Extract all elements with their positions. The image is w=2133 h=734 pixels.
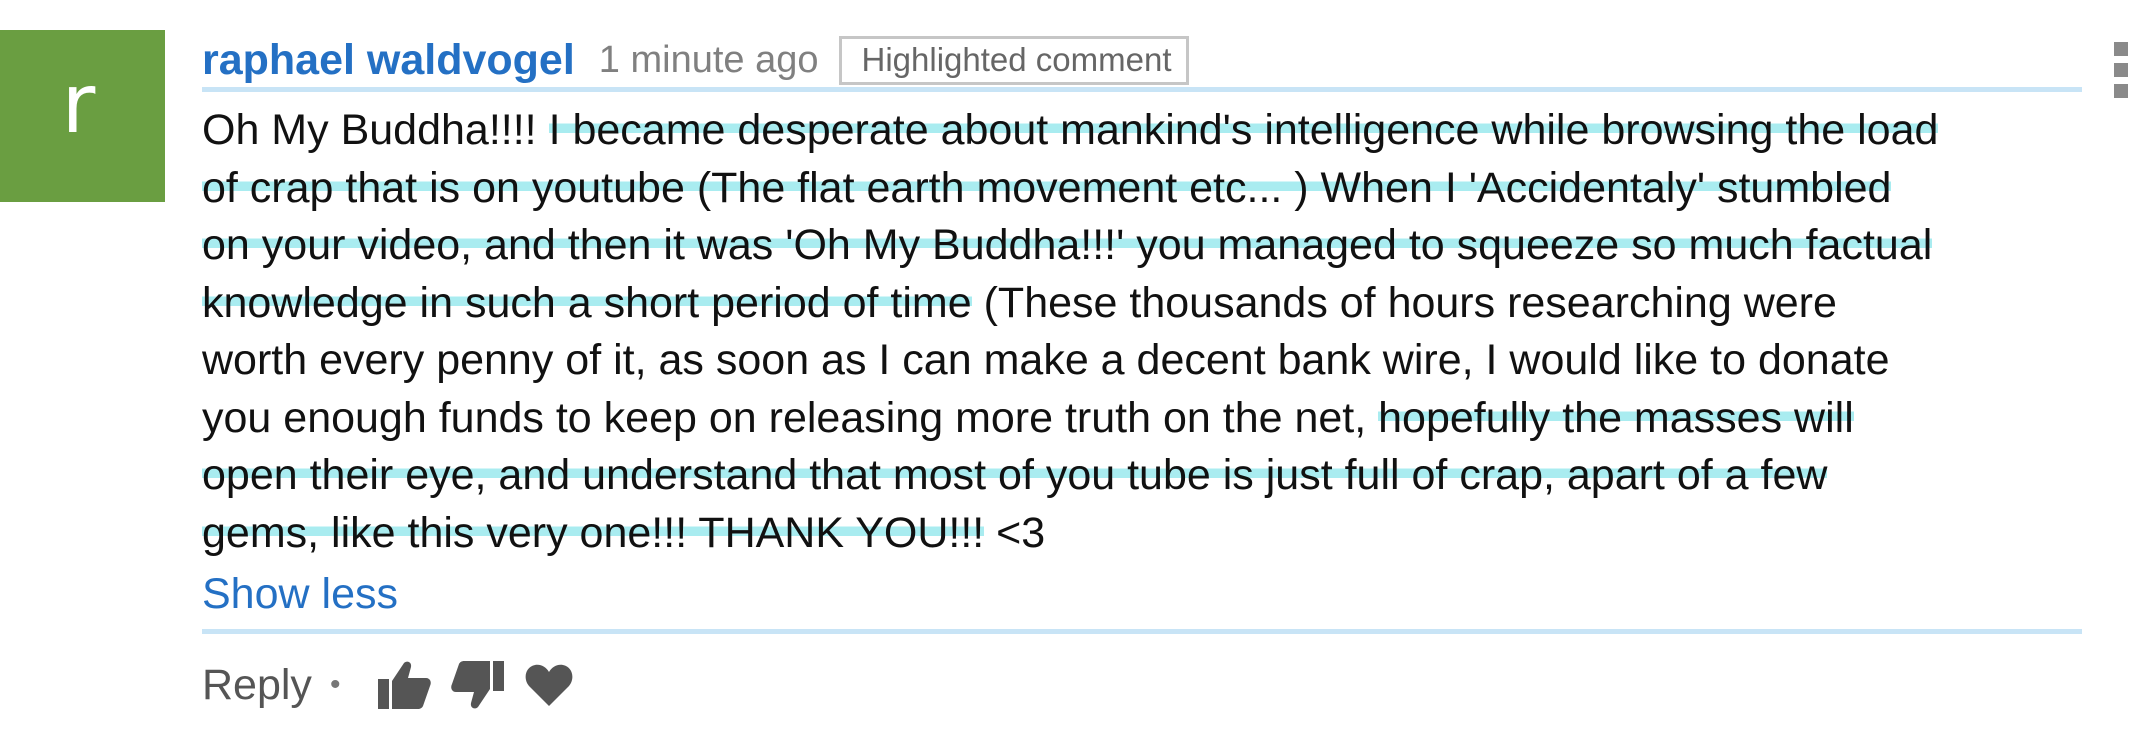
timestamp[interactable]: 1 minute ago (599, 39, 819, 82)
comment-line: worth every penny of it, as soon as I ca… (202, 336, 1890, 384)
bottom-divider (202, 629, 2082, 634)
comment-header: raphael waldvogel 1 minute ago Highlight… (202, 30, 1189, 90)
avatar[interactable]: r (0, 30, 165, 202)
comment-text: Oh My Buddha!!!! I became desperate abou… (202, 102, 2102, 562)
author-name[interactable]: raphael waldvogel (202, 36, 575, 85)
comment-actions: Reply • (202, 655, 592, 715)
comment-line: open their eye, and understand that most… (202, 451, 1828, 499)
show-less-link[interactable]: Show less (202, 568, 398, 620)
separator-dot: • (329, 668, 341, 701)
more-options-icon[interactable] (2114, 42, 2128, 98)
comment-line: on your video, and then it was 'Oh My Bu… (202, 221, 1933, 269)
comment-line: of crap that is on youtube (The flat ear… (202, 163, 1892, 212)
comment-line: Oh My Buddha!!!! I became desperate abou… (202, 106, 1939, 154)
comment-line: gems, like this very one!!! THANK YOU!!!… (202, 508, 1046, 557)
reply-button[interactable]: Reply (202, 661, 312, 710)
comment-line: knowledge in such a short period of time… (202, 278, 1837, 327)
avatar-letter: r (61, 56, 96, 152)
comment-line: you enough funds to keep on releasing mo… (202, 393, 1854, 442)
thumbs-down-icon[interactable] (450, 659, 506, 711)
thumbs-up-icon[interactable] (376, 659, 432, 711)
highlighted-comment-badge: Highlighted comment (838, 35, 1189, 85)
top-divider (202, 87, 2082, 92)
heart-icon[interactable] (524, 662, 574, 708)
